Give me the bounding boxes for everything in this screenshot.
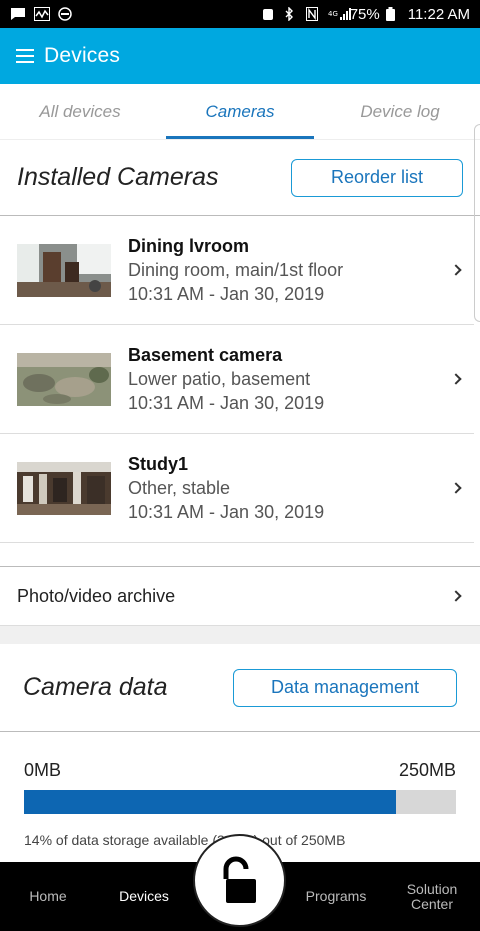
camera-name: Basement camera	[128, 344, 283, 365]
camera-item-dining[interactable]: Dining lvroom Dining room, main/1st floo…	[0, 216, 474, 325]
camera-data-title: Camera data	[23, 673, 168, 701]
camera-location: Lower patio, basement	[128, 368, 311, 389]
data-management-button[interactable]: Data management	[233, 668, 457, 707]
camera-thumbnail	[17, 352, 111, 406]
camera-data-header: Camera data Data management	[0, 644, 480, 732]
menu-icon[interactable]	[16, 49, 34, 63]
clock: 11:22 AM	[407, 5, 470, 23]
tab-device-log[interactable]: Device log	[320, 84, 480, 139]
camera-timestamp: 10:31 AM - Jan 30, 2019	[128, 501, 325, 522]
app-bar: Devices	[0, 28, 480, 84]
nav-solution-center[interactable]: Solution Center	[384, 862, 480, 931]
chevron-right-icon	[450, 482, 462, 494]
camera-location: Dining room, main/1st floor	[128, 259, 344, 280]
chevron-right-icon	[450, 590, 462, 602]
installed-cameras-header: Installed Cameras Reorder list	[0, 140, 480, 216]
tab-cameras[interactable]: Cameras	[160, 84, 320, 139]
installed-cameras-title: Installed Cameras	[17, 163, 219, 191]
battery-percent: 75%	[349, 5, 380, 23]
nav-devices[interactable]: Devices	[96, 862, 192, 931]
chevron-right-icon	[450, 373, 462, 385]
camera-name: Study1	[128, 453, 189, 474]
tab-bar: All devices Cameras Device log	[0, 84, 480, 140]
storage-range-labels: 0MB 250MB	[24, 760, 456, 781]
nav-programs[interactable]: Programs	[288, 862, 384, 931]
tab-all-devices[interactable]: All devices	[0, 84, 160, 139]
camera-item-study[interactable]: Study1 Other, stable 10:31 AM - Jan 30, …	[0, 434, 474, 543]
archive-label: Photo/video archive	[17, 585, 176, 606]
security-lock-button[interactable]	[193, 834, 286, 927]
status-bar: 4G 75% 11:22 AM	[0, 0, 480, 28]
battery-icon	[385, 7, 402, 21]
storage-progress-fill	[24, 790, 396, 814]
camera-list: Dining lvroom Dining room, main/1st floo…	[0, 216, 474, 566]
activity-icon	[34, 7, 50, 21]
reorder-list-button[interactable]: Reorder list	[291, 158, 463, 197]
storage-max-label: 250MB	[398, 760, 456, 780]
alarm-icon	[262, 7, 278, 21]
camera-thumbnail	[17, 461, 111, 515]
photo-video-archive-row[interactable]: Photo/video archive	[0, 566, 480, 626]
camera-location: Other, stable	[128, 477, 231, 498]
nfc-icon	[305, 7, 322, 21]
page-title: Devices	[44, 44, 121, 67]
section-divider	[0, 626, 480, 644]
svg-text:4G: 4G	[328, 10, 338, 18]
unlock-icon	[223, 856, 256, 903]
message-icon	[10, 7, 26, 21]
camera-timestamp: 10:31 AM - Jan 30, 2019	[128, 392, 325, 413]
bluetooth-icon	[284, 6, 300, 22]
camera-item-basement[interactable]: Basement camera Lower patio, basement 10…	[0, 325, 474, 434]
storage-progress-bar	[24, 790, 456, 814]
do-not-disturb-icon	[58, 7, 74, 21]
camera-timestamp: 10:31 AM - Jan 30, 2019	[128, 283, 325, 304]
nav-home[interactable]: Home	[0, 862, 96, 931]
camera-thumbnail	[17, 243, 111, 297]
camera-name: Dining lvroom	[128, 235, 249, 256]
storage-min-label: 0MB	[24, 760, 62, 780]
signal-icon: 4G	[328, 7, 351, 21]
scrollbar[interactable]	[474, 124, 480, 322]
storage-note: 14% of data storage available (36MB) out…	[24, 832, 346, 848]
chevron-right-icon	[450, 264, 462, 276]
